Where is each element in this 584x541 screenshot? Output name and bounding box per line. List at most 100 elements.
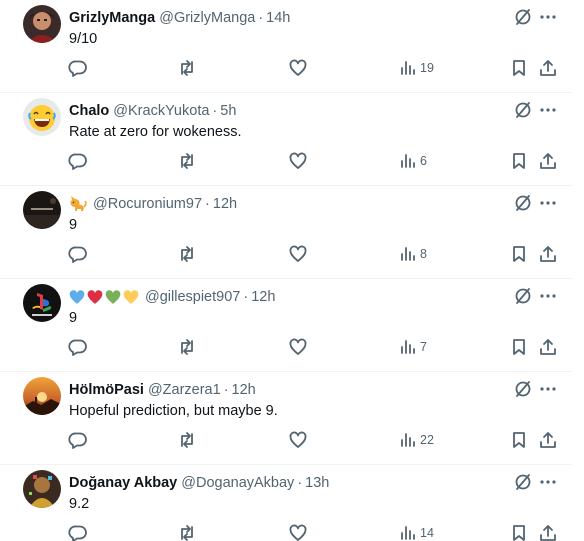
tweet[interactable]: Chalo @KrackYukota · 5h Rate at zero for… bbox=[0, 93, 572, 186]
user-handle[interactable]: @GrizlyManga bbox=[159, 9, 255, 27]
display-name[interactable]: Chalo bbox=[69, 102, 109, 120]
like-button[interactable] bbox=[288, 429, 308, 451]
bookmark-button[interactable] bbox=[509, 522, 529, 541]
share-button[interactable] bbox=[538, 429, 558, 451]
like-button[interactable] bbox=[288, 336, 308, 358]
reply-button[interactable] bbox=[68, 522, 88, 541]
repost-button[interactable] bbox=[177, 336, 197, 358]
like-button[interactable] bbox=[288, 57, 308, 79]
tweet[interactable]: @Rocuronium97 · 12h 9 8 bbox=[0, 186, 572, 279]
timestamp[interactable]: 12h bbox=[232, 381, 256, 399]
grok-icon[interactable] bbox=[513, 286, 533, 306]
grok-icon[interactable] bbox=[513, 7, 533, 27]
display-name[interactable]: HölmöPasi bbox=[69, 381, 144, 399]
tweet-actions: 7 bbox=[0, 336, 572, 358]
repost-button[interactable] bbox=[177, 243, 197, 265]
share-button[interactable] bbox=[538, 522, 558, 541]
avatar[interactable] bbox=[23, 284, 61, 322]
user-handle[interactable]: @Rocuronium97 bbox=[93, 195, 202, 213]
reply-icon bbox=[68, 60, 87, 77]
share-button[interactable] bbox=[538, 150, 558, 172]
view-count: 8 bbox=[420, 247, 427, 261]
avatar[interactable] bbox=[23, 470, 61, 508]
views-icon bbox=[401, 154, 415, 168]
grok-icon[interactable] bbox=[513, 472, 533, 492]
reply-icon bbox=[68, 339, 87, 356]
avatar[interactable] bbox=[23, 98, 61, 136]
more-icon[interactable] bbox=[538, 100, 558, 120]
views-button[interactable]: 14 bbox=[400, 522, 434, 541]
grok-icon[interactable] bbox=[513, 379, 533, 399]
grok-icon[interactable] bbox=[513, 100, 533, 120]
bookmark-button[interactable] bbox=[509, 150, 529, 172]
user-handle[interactable]: @Zarzera1 bbox=[148, 381, 221, 399]
repost-button[interactable] bbox=[177, 57, 197, 79]
timestamp[interactable]: 13h bbox=[305, 474, 329, 492]
tweet[interactable]: HölmöPasi @Zarzera1 · 12h Hopeful predic… bbox=[0, 372, 572, 465]
like-button[interactable] bbox=[288, 243, 308, 265]
repost-button[interactable] bbox=[177, 150, 197, 172]
reply-button[interactable] bbox=[68, 336, 88, 358]
repost-button[interactable] bbox=[177, 522, 197, 541]
reply-button[interactable] bbox=[68, 429, 88, 451]
more-icon[interactable] bbox=[538, 7, 558, 27]
separator: · bbox=[297, 475, 303, 491]
timestamp[interactable]: 5h bbox=[220, 102, 236, 120]
like-button[interactable] bbox=[288, 150, 308, 172]
bookmark-button[interactable] bbox=[509, 429, 529, 451]
share-button[interactable] bbox=[538, 336, 558, 358]
repost-icon bbox=[181, 525, 193, 541]
repost-button[interactable] bbox=[177, 429, 197, 451]
tweet-text: 9 bbox=[69, 217, 78, 233]
grok-icon[interactable] bbox=[513, 193, 533, 213]
timestamp[interactable]: 12h bbox=[213, 195, 237, 213]
views-button[interactable]: 8 bbox=[400, 243, 427, 265]
green-heart-emoji bbox=[105, 289, 121, 304]
bookmark-button[interactable] bbox=[509, 243, 529, 265]
like-button[interactable] bbox=[288, 522, 308, 541]
views-icon bbox=[401, 433, 415, 447]
user-handle[interactable]: @gillespiet907 bbox=[145, 288, 240, 306]
bookmark-button[interactable] bbox=[509, 336, 529, 358]
cat-emoji bbox=[70, 196, 87, 211]
share-icon bbox=[540, 432, 556, 448]
tweet[interactable]: @gillespiet907 · 12h 9 7 bbox=[0, 279, 572, 372]
views-button[interactable]: 19 bbox=[400, 57, 434, 79]
bookmark-button[interactable] bbox=[509, 57, 529, 79]
timestamp[interactable]: 12h bbox=[251, 288, 275, 306]
heart-icon bbox=[289, 338, 307, 355]
user-handle[interactable]: @KrackYukota bbox=[113, 102, 209, 120]
display-name[interactable]: Doğanay Akbay bbox=[69, 474, 177, 492]
reply-button[interactable] bbox=[68, 150, 88, 172]
share-button[interactable] bbox=[538, 57, 558, 79]
tweet[interactable]: GrizlyManga @GrizlyManga · 14h 9/10 19 bbox=[0, 0, 572, 93]
bookmark-icon bbox=[513, 246, 525, 262]
bookmark-icon bbox=[513, 153, 525, 169]
more-icon[interactable] bbox=[538, 379, 558, 399]
share-button[interactable] bbox=[538, 243, 558, 265]
heart-icon bbox=[289, 431, 307, 448]
avatar[interactable] bbox=[23, 5, 61, 43]
separator: · bbox=[212, 103, 218, 119]
bookmark-icon bbox=[513, 339, 525, 355]
avatar[interactable] bbox=[23, 377, 61, 415]
display-name[interactable] bbox=[69, 289, 141, 305]
views-button[interactable]: 7 bbox=[400, 336, 427, 358]
tweet[interactable]: Doğanay Akbay @DoganayAkbay · 13h 9.2 14 bbox=[0, 465, 572, 541]
avatar[interactable] bbox=[23, 191, 61, 229]
reply-button[interactable] bbox=[68, 57, 88, 79]
more-icon[interactable] bbox=[538, 286, 558, 306]
views-button[interactable]: 6 bbox=[400, 150, 427, 172]
display-name[interactable]: GrizlyManga bbox=[69, 9, 155, 27]
more-icon[interactable] bbox=[538, 472, 558, 492]
red-heart-emoji bbox=[87, 289, 103, 304]
separator: · bbox=[243, 289, 249, 305]
tweet-header: Doğanay Akbay @DoganayAkbay · 13h bbox=[69, 473, 329, 493]
views-icon bbox=[401, 247, 415, 261]
reply-button[interactable] bbox=[68, 243, 88, 265]
timestamp[interactable]: 14h bbox=[266, 9, 290, 27]
user-handle[interactable]: @DoganayAkbay bbox=[181, 474, 294, 492]
views-button[interactable]: 22 bbox=[400, 429, 434, 451]
more-icon[interactable] bbox=[538, 193, 558, 213]
display-name[interactable] bbox=[69, 196, 89, 212]
